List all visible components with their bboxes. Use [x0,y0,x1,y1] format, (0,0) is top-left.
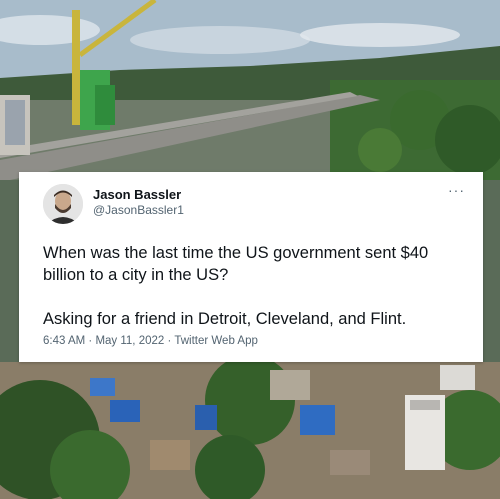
tweet-text-line-2: Asking for a friend in Detroit, Clevelan… [43,310,407,328]
meta-separator: · [88,335,93,347]
tweet-date[interactable]: May 11, 2022 [95,335,164,347]
tweet-text: When was the last time the US government… [33,242,469,330]
author-handle[interactable]: @JasonBassler1 [93,203,184,218]
tweet-text-line-1: When was the last time the US government… [43,244,429,284]
author-name[interactable]: Jason Bassler [93,187,184,203]
tweet-source[interactable]: Twitter Web App [174,335,258,347]
more-options-icon[interactable]: ··· [448,182,465,198]
avatar[interactable] [43,184,83,224]
tweet-time[interactable]: 6:43 AM [43,335,85,347]
tweet-header: Jason Bassler @JasonBassler1 ··· [33,182,469,228]
meta-separator: · [167,335,172,347]
tarp [110,400,140,422]
tweet-meta: 6:43 AM · May 11, 2022 · Twitter Web App [43,335,258,347]
tweet-card: Jason Bassler @JasonBassler1 ··· When wa… [19,172,483,362]
